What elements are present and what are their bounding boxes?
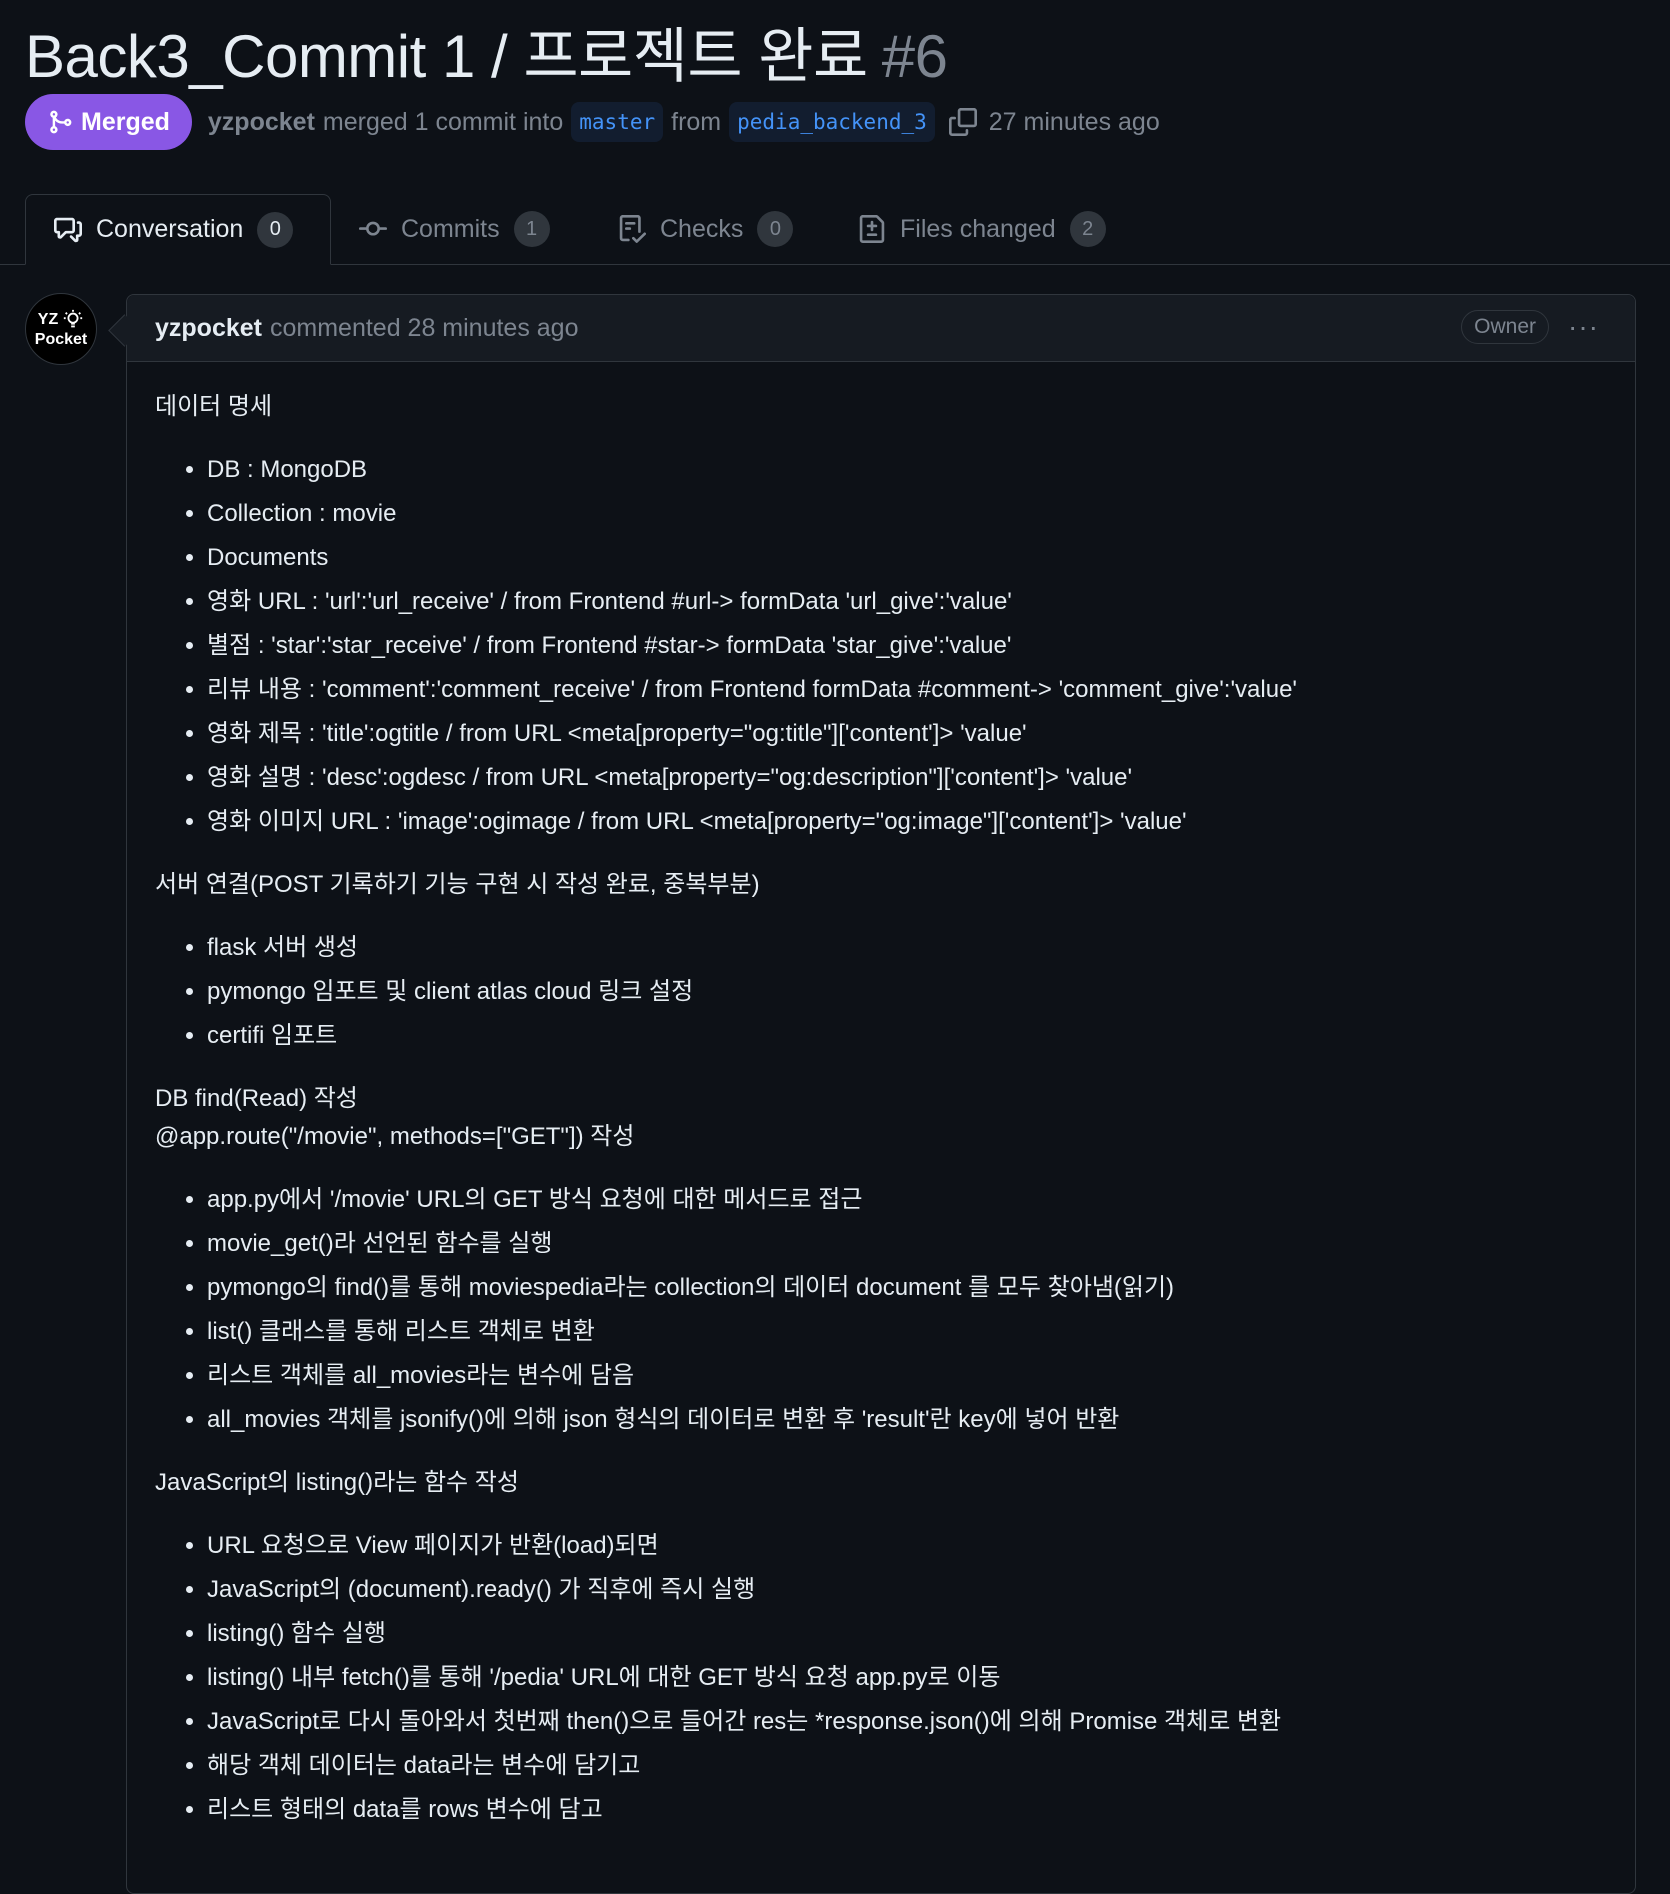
list-item: all_movies 객체를 jsonify()에 의해 json 형식의 데이…: [207, 1398, 1607, 1442]
comment-header: yzpocket commented 28 minutes ago Owner …: [127, 295, 1635, 362]
list-item: 영화 이미지 URL : 'image':ogimage / from URL …: [207, 800, 1607, 844]
comment-body: 데이터 명세 DB : MongoDB Collection : movie D…: [127, 362, 1635, 1832]
tab-commits[interactable]: Commits 1: [331, 194, 578, 264]
list-item: pymongo 임포트 및 client atlas cloud 링크 설정: [207, 970, 1607, 1014]
git-merge-icon: [50, 110, 72, 134]
tab-checks[interactable]: Checks 0: [590, 194, 821, 264]
list-item: pymongo의 find()를 통해 moviespedia라는 collec…: [207, 1266, 1607, 1310]
copy-icon[interactable]: [948, 108, 977, 136]
comment-box: yzpocket commented 28 minutes ago Owner …: [108, 294, 1636, 1894]
list-item: 별점 : 'star':'star_receive' / from Fronte…: [207, 624, 1607, 668]
section-heading: JavaScript의 listing()라는 함수 작성: [155, 1469, 519, 1496]
list-item: URL 요청으로 View 페이지가 반환(load)되면: [207, 1524, 1607, 1568]
list-item: 리뷰 내용 : 'comment':'comment_receive' / fr…: [207, 668, 1607, 712]
section-list: URL 요청으로 View 페이지가 반환(load)되면 JavaScript…: [155, 1524, 1607, 1832]
pr-title: Back3_Commit 1 / 프로젝트 완료 #6: [25, 8, 948, 95]
list-item: JavaScript의 (document).ready() 가 직후에 즉시 …: [207, 1568, 1607, 1612]
file-diff-icon: [859, 215, 885, 243]
section-heading-line1: DB find(Read) 작성: [155, 1085, 358, 1112]
lightbulb-icon: [64, 309, 83, 328]
comment-author-link[interactable]: yzpocket: [155, 314, 262, 343]
section-heading-line2: @app.route("/movie", methods=["GET"]) 작성: [155, 1123, 635, 1150]
tab-checks-count: 0: [757, 211, 794, 247]
tab-files-changed-label: Files changed: [900, 214, 1056, 243]
list-item: 리스트 형태의 data를 rows 변수에 담고: [207, 1788, 1607, 1832]
comment-meta[interactable]: commented 28 minutes ago: [270, 314, 579, 343]
merged-status-badge: Merged: [25, 94, 192, 150]
checks-icon: [619, 215, 646, 243]
list-item: list() 클래스를 통해 리스트 객체로 변환: [207, 1310, 1607, 1354]
pr-number: #6: [881, 23, 948, 90]
owner-badge: Owner: [1461, 310, 1549, 344]
tab-commits-label: Commits: [401, 214, 500, 243]
commit-icon: [359, 221, 387, 236]
avatar-text-line2: Pocket: [34, 331, 88, 348]
base-branch-label[interactable]: master: [571, 102, 664, 142]
head-branch-label[interactable]: pedia_backend_3: [729, 102, 935, 142]
section-list: app.py에서 '/movie' URL의 GET 방식 요청에 대한 메서드…: [155, 1178, 1607, 1442]
list-item: listing() 함수 실행: [207, 1612, 1607, 1656]
tab-conversation-label: Conversation: [96, 215, 244, 243]
merge-action-text: merged 1 commit into: [322, 107, 564, 136]
merged-status-label: Merged: [81, 107, 170, 136]
tab-files-changed-count: 2: [1069, 211, 1106, 247]
tab-conversation[interactable]: Conversation 0: [25, 194, 331, 265]
list-item: 영화 제목 : 'title':ogtitle / from URL <meta…: [207, 712, 1607, 756]
avatar-text-line1: YZ: [37, 311, 59, 328]
tab-commits-count: 1: [513, 211, 550, 247]
list-item: Documents: [207, 536, 1607, 580]
merge-time: 27 minutes ago: [988, 107, 1160, 136]
list-item: movie_get()라 선언된 함수를 실행: [207, 1222, 1607, 1266]
section-list: DB : MongoDB Collection : movie Document…: [155, 448, 1607, 844]
more-options-icon[interactable]: ···: [1568, 311, 1599, 343]
tab-conversation-count: 0: [257, 211, 294, 248]
list-item: 해당 객체 데이터는 data라는 변수에 담기고: [207, 1744, 1607, 1788]
list-item: listing() 내부 fetch()를 통해 '/pedia' URL에 대…: [207, 1656, 1607, 1700]
section-heading: 서버 연결(POST 기록하기 기능 구현 시 작성 완료, 중복부분): [155, 871, 760, 898]
list-item: certifi 임포트: [207, 1014, 1607, 1058]
list-item: app.py에서 '/movie' URL의 GET 방식 요청에 대한 메서드…: [207, 1178, 1607, 1222]
pr-meta: Merged yzpocket merged 1 commit into mas…: [25, 94, 1160, 150]
tab-checks-label: Checks: [660, 214, 744, 243]
list-item: 리스트 객체를 all_movies라는 변수에 담음: [207, 1354, 1607, 1398]
merge-author-link[interactable]: yzpocket: [208, 108, 315, 137]
conversation-icon: [54, 217, 82, 242]
pr-title-text: Back3_Commit 1 / 프로젝트 완료: [25, 23, 868, 90]
list-item: 영화 설명 : 'desc':ogdesc / from URL <meta[p…: [207, 756, 1607, 800]
list-item: 영화 URL : 'url':'url_receive' / from Fron…: [207, 580, 1607, 624]
section-heading: DB find(Read) 작성 @app.route("/movie", met…: [155, 1080, 1607, 1156]
section-list: flask 서버 생성 pymongo 임포트 및 client atlas c…: [155, 926, 1607, 1058]
from-text: from: [671, 107, 722, 136]
tab-files-changed[interactable]: Files changed 2: [830, 194, 1134, 264]
avatar[interactable]: YZ Pocket: [25, 293, 97, 365]
pr-tabs: Conversation 0 Commits 1 Checks 0 Files …: [0, 194, 1670, 265]
list-item: Collection : movie: [207, 492, 1607, 536]
list-item: DB : MongoDB: [207, 448, 1607, 492]
list-item: JavaScript로 다시 돌아와서 첫번째 then()으로 들어간 res…: [207, 1700, 1607, 1744]
list-item: flask 서버 생성: [207, 926, 1607, 970]
section-heading: 데이터 명세: [155, 393, 273, 420]
